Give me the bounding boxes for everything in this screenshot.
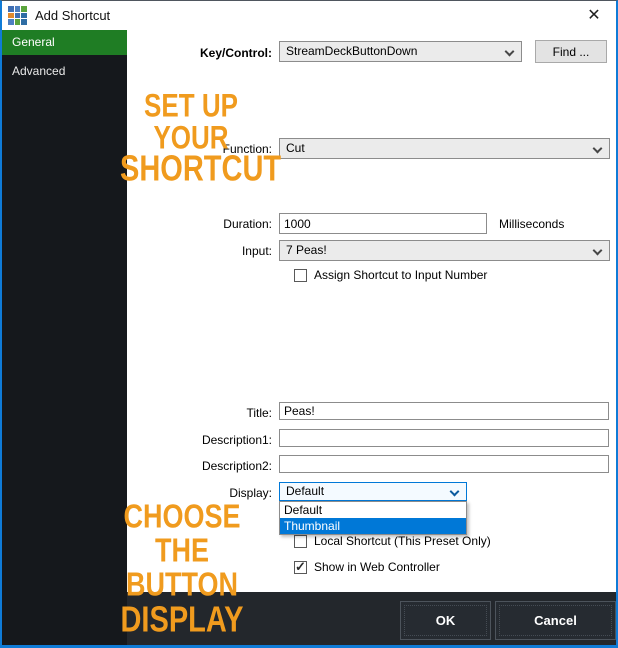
input-label: Input: [132, 244, 272, 258]
close-icon[interactable]: ✕ [583, 5, 605, 27]
display-option-thumbnail[interactable]: Thumbnail [280, 518, 466, 534]
sidebar-item-general[interactable]: General [2, 30, 127, 55]
milliseconds-label: Milliseconds [499, 217, 564, 231]
chevron-down-icon [593, 246, 603, 256]
app-grid-icon [8, 6, 27, 25]
annotation-line: THE [108, 529, 256, 572]
find-button[interactable]: Find ... [535, 40, 607, 63]
display-option-default[interactable]: Default [280, 502, 466, 518]
input-value: 7 Peas! [286, 243, 327, 257]
input-dropdown[interactable]: 7 Peas! [279, 240, 610, 261]
cancel-button[interactable]: Cancel [495, 601, 616, 640]
key-control-dropdown[interactable]: StreamDeckButtonDown [279, 41, 522, 62]
ok-button[interactable]: OK [400, 601, 491, 640]
title-bar: Add Shortcut ✕ [2, 1, 616, 30]
sidebar: General Advanced [2, 30, 127, 645]
description1-label: Description1: [132, 433, 272, 447]
add-shortcut-dialog: Add Shortcut ✕ General Advanced OK Cance… [0, 0, 618, 648]
function-dropdown[interactable]: Cut [279, 138, 610, 159]
chevron-down-icon [450, 487, 460, 497]
key-control-label: Key/Control: [152, 46, 272, 60]
title-input[interactable] [279, 402, 609, 420]
description2-label: Description2: [132, 459, 272, 473]
description1-input[interactable] [279, 429, 609, 447]
title-label: Title: [132, 406, 272, 420]
assign-shortcut-checkbox[interactable]: Assign Shortcut to Input Number [294, 268, 487, 282]
duration-input[interactable] [279, 213, 487, 234]
local-shortcut-label: Local Shortcut (This Preset Only) [314, 534, 491, 548]
chevron-down-icon [593, 144, 603, 154]
web-controller-checkbox[interactable]: Show in Web Controller [294, 560, 440, 574]
local-shortcut-checkbox[interactable]: Local Shortcut (This Preset Only) [294, 534, 491, 548]
checkbox-box[interactable] [294, 561, 307, 574]
annotation-line: CHOOSE [108, 495, 256, 538]
sidebar-item-advanced[interactable]: Advanced [2, 59, 127, 84]
setup-annotation: SET UP YOUR SHORTCUT [120, 89, 262, 185]
annotation-line: SET UP [120, 85, 262, 125]
description2-input[interactable] [279, 455, 609, 473]
function-label: Function: [132, 142, 272, 156]
window-title: Add Shortcut [35, 8, 110, 23]
footer-bar: OK Cancel [127, 592, 616, 645]
function-value: Cut [286, 141, 305, 155]
display-options-list: Default Thumbnail [279, 501, 467, 535]
key-control-value: StreamDeckButtonDown [286, 44, 417, 58]
display-label: Display: [132, 486, 272, 500]
duration-label: Duration: [132, 217, 272, 231]
assign-shortcut-label: Assign Shortcut to Input Number [314, 268, 487, 282]
checkbox-box[interactable] [294, 269, 307, 282]
web-controller-label: Show in Web Controller [314, 560, 440, 574]
checkbox-box[interactable] [294, 535, 307, 548]
display-value: Default [286, 484, 324, 498]
display-dropdown[interactable]: Default [279, 482, 467, 501]
chevron-down-icon [505, 47, 515, 57]
